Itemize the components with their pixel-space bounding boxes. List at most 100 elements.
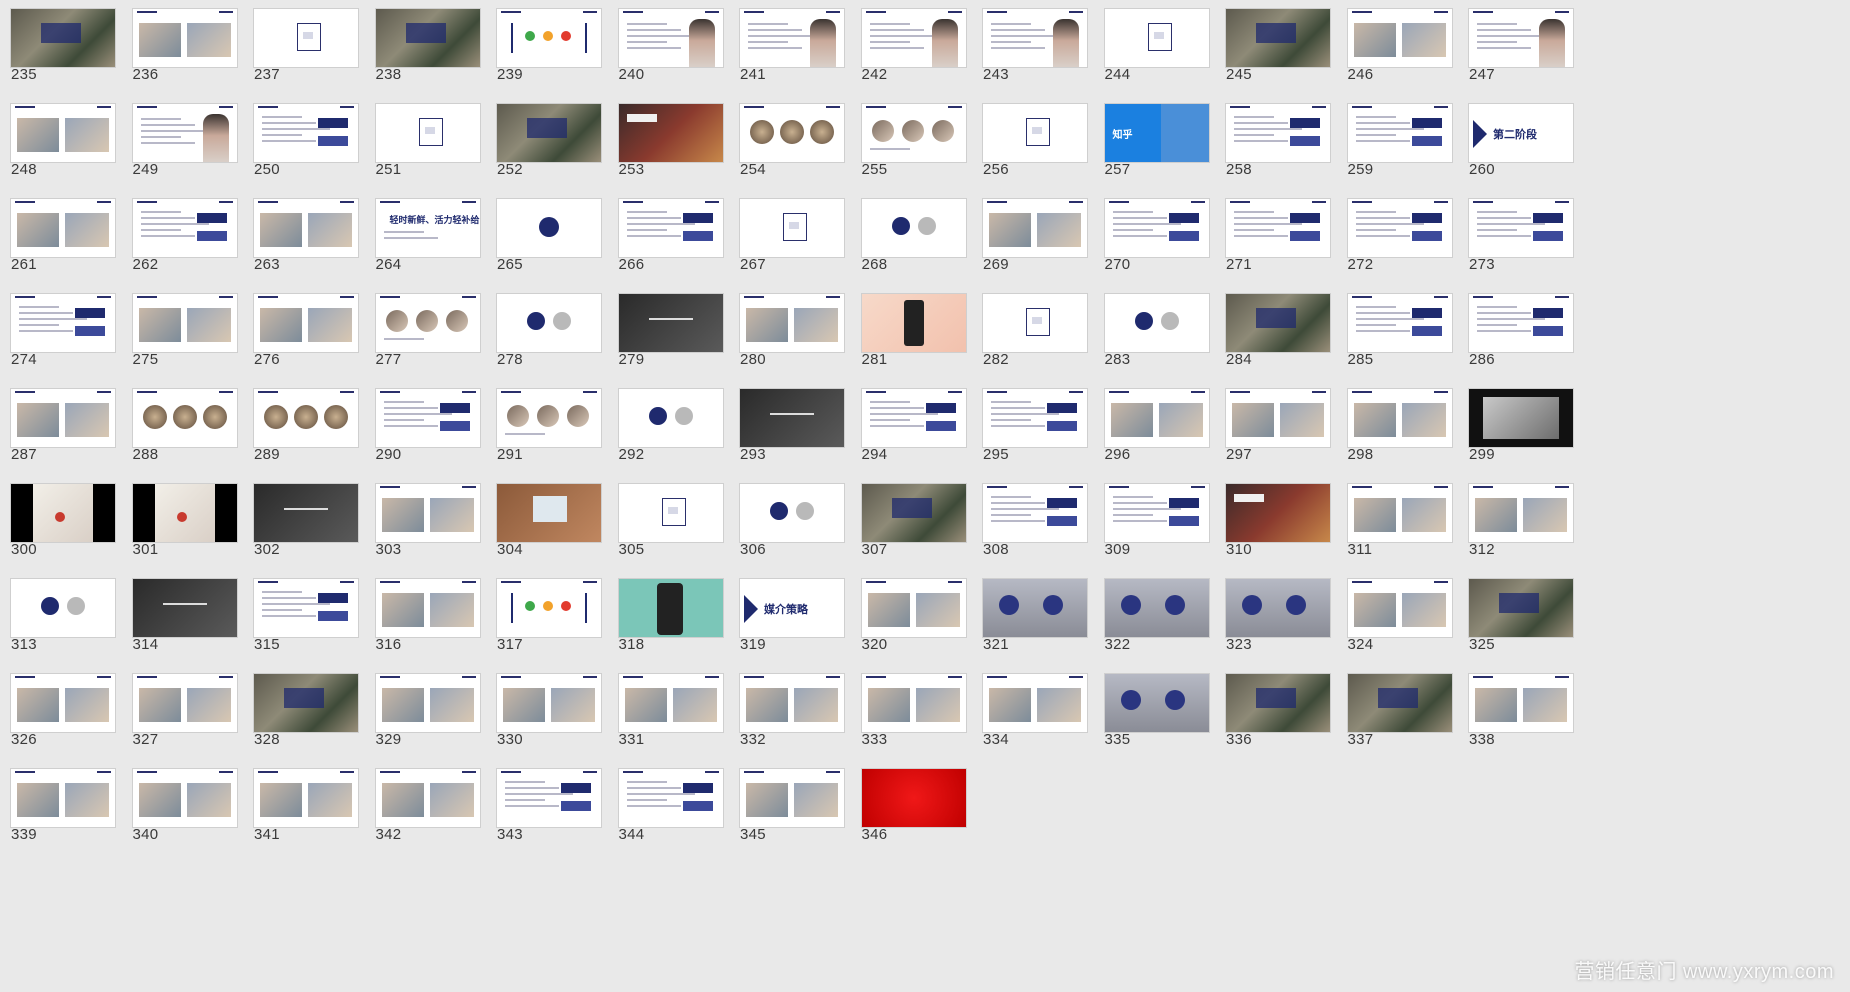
slide-preview[interactable] xyxy=(374,673,481,733)
slide-thumbnail-279[interactable]: 279 xyxy=(606,285,724,369)
slide-preview[interactable] xyxy=(496,8,602,68)
slide-preview[interactable] xyxy=(253,198,359,258)
slide-thumbnail-334[interactable]: 334 xyxy=(970,665,1088,749)
slide-thumbnail-268[interactable]: 268 xyxy=(849,190,967,274)
slide-preview[interactable] xyxy=(131,198,238,258)
slide-thumbnail-341[interactable]: 341 xyxy=(241,760,359,844)
slide-thumbnail-317[interactable]: 317 xyxy=(484,570,602,654)
slide-preview[interactable] xyxy=(1225,103,1331,163)
slide-thumbnail-306[interactable]: 306 xyxy=(727,475,845,559)
slide-preview[interactable] xyxy=(1346,483,1453,543)
slide-preview[interactable]: 第二阶段 xyxy=(1468,103,1574,163)
slide-thumbnail-324[interactable]: 324 xyxy=(1335,570,1453,654)
slide-preview[interactable] xyxy=(253,578,359,638)
slide-preview[interactable] xyxy=(739,768,845,828)
slide-preview[interactable] xyxy=(617,578,724,638)
slide-thumbnail-295[interactable]: 295 xyxy=(970,380,1088,464)
slide-preview[interactable] xyxy=(982,103,1088,163)
slide-thumbnail-342[interactable]: 342 xyxy=(363,760,481,844)
slide-thumbnail-258[interactable]: 258 xyxy=(1213,95,1331,179)
slide-thumbnail-331[interactable]: 331 xyxy=(606,665,724,749)
slide-thumbnail-254[interactable]: 254 xyxy=(727,95,845,179)
slide-thumbnail-257[interactable]: 知乎 257 xyxy=(1092,95,1210,179)
slide-thumbnail-293[interactable]: 293 xyxy=(727,380,845,464)
slide-preview[interactable] xyxy=(10,8,116,68)
slide-thumbnail-243[interactable]: 243 xyxy=(970,0,1088,84)
slide-thumbnail-296[interactable]: 296 xyxy=(1092,380,1210,464)
slide-preview[interactable] xyxy=(860,198,967,258)
slide-preview[interactable] xyxy=(131,293,238,353)
slide-preview[interactable] xyxy=(1468,293,1574,353)
slide-preview[interactable] xyxy=(496,578,602,638)
slide-preview[interactable] xyxy=(1103,578,1210,638)
slide-thumbnail-260[interactable]: 第二阶段 260 xyxy=(1456,95,1574,179)
slide-thumbnail-339[interactable]: 339 xyxy=(0,760,116,844)
slide-thumbnail-245[interactable]: 245 xyxy=(1213,0,1331,84)
slide-preview[interactable] xyxy=(253,388,359,448)
slide-preview[interactable] xyxy=(10,673,116,733)
slide-preview[interactable] xyxy=(739,673,845,733)
slide-preview[interactable] xyxy=(617,198,724,258)
slide-preview[interactable] xyxy=(1346,388,1453,448)
slide-thumbnail-314[interactable]: 314 xyxy=(120,570,238,654)
slide-preview[interactable] xyxy=(617,483,724,543)
slide-preview[interactable] xyxy=(860,8,967,68)
slide-preview[interactable] xyxy=(1346,293,1453,353)
slide-preview[interactable] xyxy=(374,293,481,353)
slide-thumbnail-281[interactable]: 281 xyxy=(849,285,967,369)
slide-thumbnail-276[interactable]: 276 xyxy=(241,285,359,369)
slide-thumbnail-256[interactable]: 256 xyxy=(970,95,1088,179)
slide-preview[interactable] xyxy=(739,483,845,543)
slide-thumbnail-316[interactable]: 316 xyxy=(363,570,481,654)
slide-thumbnail-286[interactable]: 286 xyxy=(1456,285,1574,369)
slide-preview[interactable] xyxy=(1468,483,1574,543)
slide-thumbnail-255[interactable]: 255 xyxy=(849,95,967,179)
slide-thumbnail-346[interactable]: 346 xyxy=(849,760,967,844)
slide-thumbnail-319[interactable]: 媒介策略 319 xyxy=(727,570,845,654)
slide-preview[interactable] xyxy=(496,198,602,258)
slide-preview[interactable] xyxy=(982,198,1088,258)
slide-thumbnail-328[interactable]: 328 xyxy=(241,665,359,749)
slide-thumbnail-292[interactable]: 292 xyxy=(606,380,724,464)
slide-preview[interactable] xyxy=(860,578,967,638)
slide-preview[interactable] xyxy=(253,768,359,828)
slide-thumbnail-239[interactable]: 239 xyxy=(484,0,602,84)
slide-preview[interactable] xyxy=(10,768,116,828)
slide-preview[interactable] xyxy=(10,483,116,543)
slide-thumbnail-344[interactable]: 344 xyxy=(606,760,724,844)
slide-preview[interactable] xyxy=(1346,103,1453,163)
slide-preview[interactable] xyxy=(860,293,967,353)
slide-thumbnail-309[interactable]: 309 xyxy=(1092,475,1210,559)
slide-preview[interactable] xyxy=(1225,198,1331,258)
slide-preview[interactable] xyxy=(1468,578,1574,638)
slide-thumbnail-242[interactable]: 242 xyxy=(849,0,967,84)
slide-preview[interactable] xyxy=(496,388,602,448)
slide-preview[interactable] xyxy=(253,673,359,733)
slide-preview[interactable] xyxy=(982,388,1088,448)
slide-preview[interactable] xyxy=(1225,388,1331,448)
slide-preview[interactable] xyxy=(496,768,602,828)
slide-preview[interactable] xyxy=(131,388,238,448)
slide-preview[interactable] xyxy=(860,103,967,163)
slide-thumbnail-332[interactable]: 332 xyxy=(727,665,845,749)
slide-thumbnail-284[interactable]: 284 xyxy=(1213,285,1331,369)
slide-thumbnail-283[interactable]: 283 xyxy=(1092,285,1210,369)
slide-preview[interactable] xyxy=(617,8,724,68)
slide-thumbnail-271[interactable]: 271 xyxy=(1213,190,1331,274)
slide-thumbnail-275[interactable]: 275 xyxy=(120,285,238,369)
slide-preview[interactable] xyxy=(1346,198,1453,258)
slide-thumbnail-251[interactable]: 251 xyxy=(363,95,481,179)
slide-thumbnail-247[interactable]: 247 xyxy=(1456,0,1574,84)
slide-preview[interactable] xyxy=(617,103,724,163)
slide-preview[interactable] xyxy=(1468,8,1574,68)
slide-preview[interactable] xyxy=(617,673,724,733)
slide-preview[interactable] xyxy=(1225,8,1331,68)
slide-thumbnail-299[interactable]: 299 xyxy=(1456,380,1574,464)
slide-thumbnail-308[interactable]: 308 xyxy=(970,475,1088,559)
slide-preview[interactable] xyxy=(739,8,845,68)
slide-thumbnail-322[interactable]: 322 xyxy=(1092,570,1210,654)
slide-preview[interactable] xyxy=(1103,673,1210,733)
slide-preview[interactable] xyxy=(1468,673,1574,733)
slide-preview[interactable] xyxy=(10,388,116,448)
slide-preview[interactable] xyxy=(1346,578,1453,638)
